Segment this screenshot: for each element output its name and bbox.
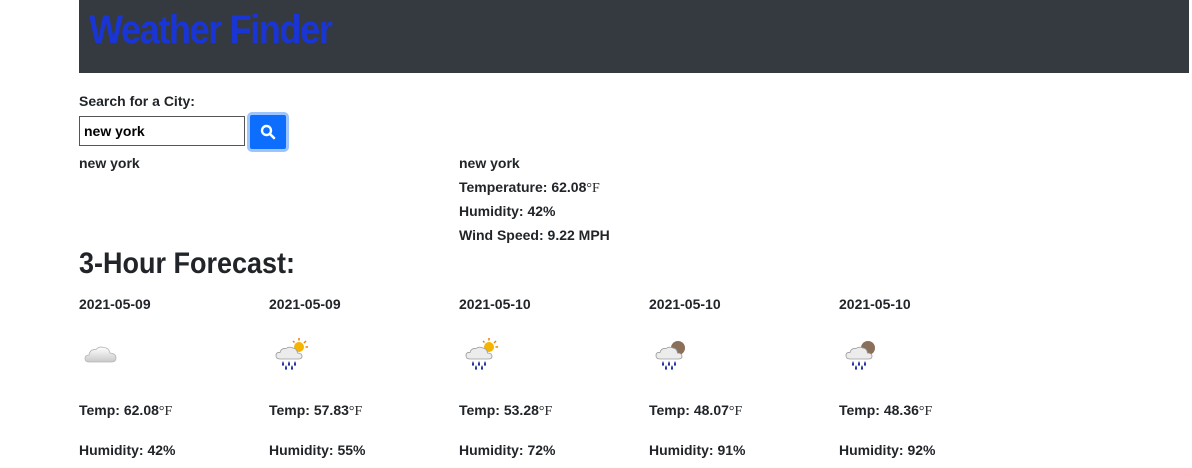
forecast-card: 2021-05-09 Temp: 62.08°F Humidity: 42%	[79, 296, 259, 468]
search-label: Search for a City:	[79, 93, 195, 109]
rain-moon-icon	[655, 341, 685, 370]
rain-sun-icon	[465, 338, 498, 370]
forecast-card: 2021-05-10 Temp: 48.36°F Humidity: 92%	[839, 296, 1019, 468]
forecast-temp: Temp: 48.07°F	[649, 402, 743, 419]
searched-city: new york	[79, 155, 140, 171]
cloud-icon	[84, 346, 117, 363]
forecast-temp: Temp: 62.08°F	[79, 402, 173, 419]
forecast-date: 2021-05-09	[269, 296, 341, 312]
current-humidity: Humidity: 42%	[459, 203, 556, 219]
forecast-humidity: Humidity: 91%	[649, 442, 746, 458]
forecast-card: 2021-05-10 Temp: 53.28°F Humidity: 72%	[459, 296, 639, 468]
forecast-date: 2021-05-10	[839, 296, 911, 312]
forecast-date: 2021-05-10	[459, 296, 531, 312]
forecast-humidity: Humidity: 92%	[839, 442, 936, 458]
search-button[interactable]	[247, 112, 289, 152]
forecast-temp: Temp: 53.28°F	[459, 402, 553, 419]
forecast-card: 2021-05-09 Temp: 57.83°F Humidity: 55%	[269, 296, 449, 468]
current-wind-speed: Wind Speed: 9.22 MPH	[459, 227, 610, 243]
rain-moon-icon	[845, 341, 875, 370]
forecast-humidity: Humidity: 55%	[269, 442, 366, 458]
forecast-date: 2021-05-10	[649, 296, 721, 312]
forecast-humidity: Humidity: 72%	[459, 442, 556, 458]
temperature-unit: °F	[586, 181, 600, 196]
current-temperature: Temperature: 62.08°F	[459, 179, 600, 197]
forecast-temp: Temp: 48.36°F	[839, 402, 933, 419]
app-title: Weather Finder	[89, 8, 333, 52]
forecast-card: 2021-05-10 Temp: 48.07°F Humidity: 91%	[649, 296, 829, 468]
app-header: Weather Finder	[79, 0, 1189, 73]
city-search-input[interactable]	[79, 116, 245, 146]
current-temperature-value: Temperature: 62.08	[459, 179, 587, 195]
search-icon	[260, 124, 276, 140]
rain-sun-icon	[275, 338, 308, 370]
current-city: new york	[459, 155, 520, 171]
forecast-temp: Temp: 57.83°F	[269, 402, 363, 419]
forecast-heading: 3-Hour Forecast:	[79, 247, 296, 280]
forecast-humidity: Humidity: 42%	[79, 442, 176, 458]
forecast-date: 2021-05-09	[79, 296, 151, 312]
